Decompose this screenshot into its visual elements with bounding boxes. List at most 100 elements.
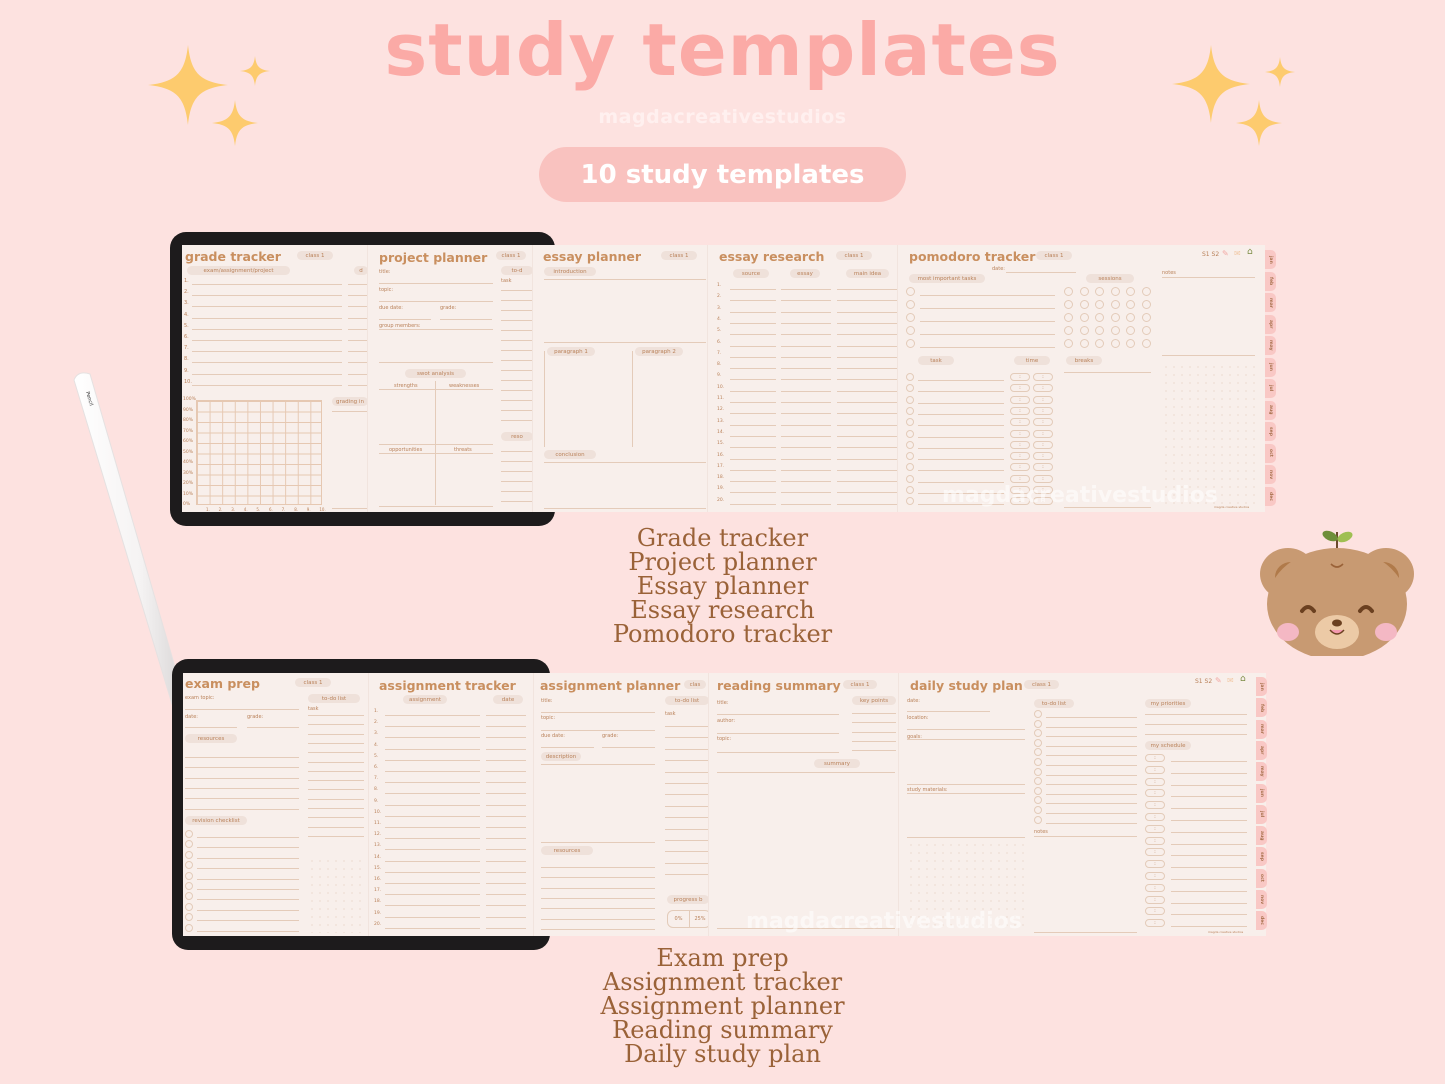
todo-line[interactable] xyxy=(308,752,364,754)
session-circle[interactable] xyxy=(1095,287,1104,296)
essay-line[interactable] xyxy=(781,503,831,505)
todo-checkbox[interactable] xyxy=(1034,738,1042,747)
date-line[interactable] xyxy=(486,894,526,896)
task-checkbox[interactable] xyxy=(906,326,915,335)
row-line[interactable] xyxy=(348,340,367,341)
todo-line[interactable] xyxy=(501,330,532,331)
time-input[interactable]: : xyxy=(1010,463,1030,472)
task-checkbox[interactable] xyxy=(906,406,914,415)
task-checkbox[interactable] xyxy=(906,287,915,296)
assignment-line[interactable] xyxy=(385,715,480,716)
date-line[interactable] xyxy=(486,905,526,907)
schedule-line[interactable] xyxy=(1171,855,1247,857)
session-circle[interactable] xyxy=(1095,339,1104,348)
essay-line[interactable] xyxy=(781,413,831,415)
main-idea-line[interactable] xyxy=(837,300,897,302)
schedule-time-input[interactable]: : xyxy=(1145,860,1165,869)
todo-checkbox[interactable] xyxy=(1034,748,1042,757)
revision-line[interactable] xyxy=(197,899,299,901)
schedule-time-input[interactable]: : xyxy=(1145,777,1165,786)
row-line[interactable] xyxy=(192,351,342,353)
task-checkbox[interactable] xyxy=(906,339,915,348)
revision-line[interactable] xyxy=(197,930,299,932)
date-line[interactable] xyxy=(486,815,526,817)
essay-line[interactable] xyxy=(781,356,831,358)
time-input[interactable]: : xyxy=(1033,474,1053,483)
schedule-line[interactable] xyxy=(1171,926,1247,928)
month-tab-jun[interactable]: jun xyxy=(1265,357,1276,377)
todo-line[interactable] xyxy=(501,360,532,361)
todo-line[interactable] xyxy=(665,760,708,762)
session-circle[interactable] xyxy=(1079,300,1089,309)
essay-line[interactable] xyxy=(781,334,831,336)
schedule-line[interactable] xyxy=(1171,761,1247,762)
row-line[interactable] xyxy=(192,295,342,297)
task-checkbox[interactable] xyxy=(906,313,915,322)
resource-line[interactable] xyxy=(185,798,299,800)
task-line[interactable] xyxy=(918,447,1004,449)
month-tab-sep[interactable]: sep xyxy=(1265,422,1276,441)
todo-line[interactable] xyxy=(665,726,708,727)
time-input[interactable]: : xyxy=(1033,429,1053,438)
task-line[interactable] xyxy=(920,347,1055,348)
todo-line[interactable] xyxy=(1046,765,1137,766)
date-line[interactable] xyxy=(486,715,526,716)
resource-line[interactable] xyxy=(541,928,655,930)
row-line[interactable] xyxy=(192,362,342,364)
task-checkbox[interactable] xyxy=(906,384,914,393)
schedule-time-input[interactable]: : xyxy=(1145,872,1165,880)
session-circle[interactable] xyxy=(1141,300,1151,309)
essay-line[interactable] xyxy=(781,481,831,483)
task-checkbox[interactable] xyxy=(906,418,914,427)
assignment-line[interactable] xyxy=(385,726,480,728)
task-line[interactable] xyxy=(920,321,1055,322)
essay-line[interactable] xyxy=(781,289,831,290)
resource-line[interactable] xyxy=(501,501,532,502)
source-line[interactable] xyxy=(730,311,776,313)
date-line[interactable] xyxy=(486,849,526,851)
schedule-time-input[interactable]: : xyxy=(1145,754,1165,762)
todo-line[interactable] xyxy=(665,840,708,841)
essay-line[interactable] xyxy=(781,424,831,426)
task-line[interactable] xyxy=(918,470,1004,472)
todo-line[interactable] xyxy=(665,771,708,773)
task-line[interactable] xyxy=(918,436,1004,438)
task-line[interactable] xyxy=(920,295,1055,296)
revision-line[interactable] xyxy=(197,847,299,849)
date-line[interactable] xyxy=(486,782,526,784)
session-circle[interactable] xyxy=(1064,326,1073,335)
todo-line[interactable] xyxy=(308,798,364,800)
todo-line[interactable] xyxy=(665,828,708,830)
source-line[interactable] xyxy=(730,492,776,494)
resource-line[interactable] xyxy=(541,918,655,920)
session-circle[interactable] xyxy=(1141,326,1151,335)
session-circle[interactable] xyxy=(1141,339,1151,348)
row-line[interactable] xyxy=(348,317,367,319)
row-line[interactable] xyxy=(348,284,367,285)
row-line[interactable] xyxy=(348,306,367,308)
task-checkbox[interactable] xyxy=(906,395,914,404)
schedule-time-input[interactable]: : xyxy=(1145,824,1165,833)
time-input[interactable]: : xyxy=(1033,463,1053,472)
session-circle[interactable] xyxy=(1095,313,1104,322)
date-line[interactable] xyxy=(486,916,526,918)
date-line[interactable] xyxy=(486,804,526,806)
source-line[interactable] xyxy=(730,334,776,336)
schedule-line[interactable] xyxy=(1171,879,1247,880)
main-idea-line[interactable] xyxy=(837,413,897,415)
row-line[interactable] xyxy=(192,328,342,330)
date-line[interactable] xyxy=(486,883,526,884)
assignment-line[interactable] xyxy=(385,849,480,851)
time-input[interactable]: : xyxy=(1033,384,1053,393)
time-input[interactable]: : xyxy=(1010,474,1030,483)
month-tab-aug[interactable]: aug xyxy=(1265,400,1276,420)
task-line[interactable] xyxy=(920,334,1055,335)
session-circle[interactable] xyxy=(1064,313,1073,322)
main-idea-line[interactable] xyxy=(837,368,897,370)
main-idea-line[interactable] xyxy=(837,435,897,437)
assignment-line[interactable] xyxy=(385,927,480,929)
time-input[interactable]: : xyxy=(1010,418,1030,427)
task-checkbox[interactable] xyxy=(906,452,914,461)
time-input[interactable]: : xyxy=(1010,406,1030,415)
essay-line[interactable] xyxy=(781,311,831,313)
